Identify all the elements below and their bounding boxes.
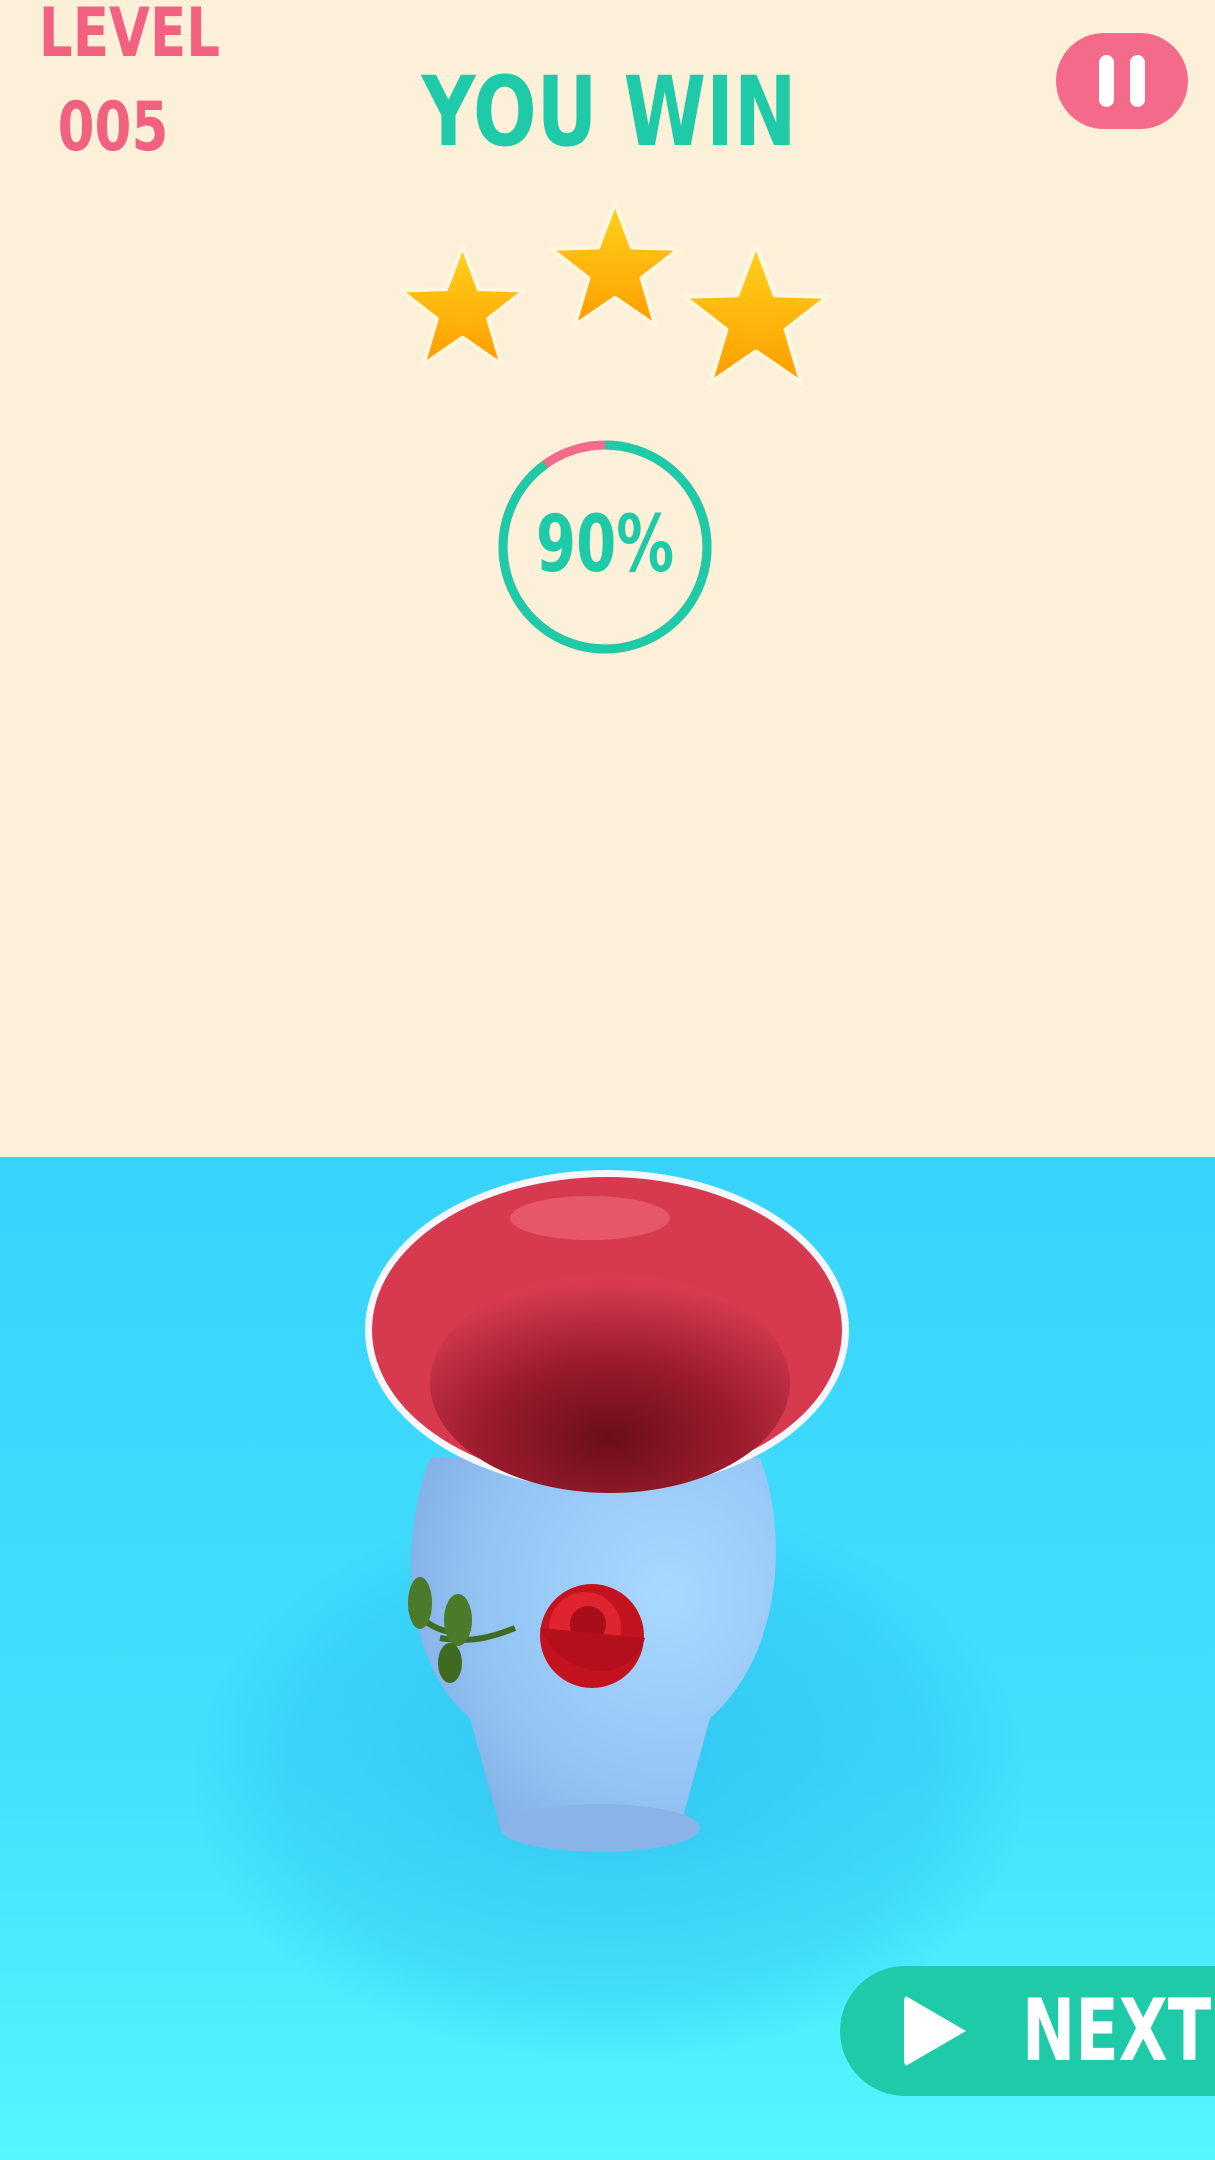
level-label: LEVEL xyxy=(38,0,221,73)
result-title: YOU WIN xyxy=(421,56,797,168)
pause-button[interactable] xyxy=(1056,33,1188,129)
level-number: 005 xyxy=(57,88,169,167)
star-icon xyxy=(680,241,832,386)
progress-percentage: 90% xyxy=(535,500,675,590)
play-icon xyxy=(904,1995,966,2067)
next-button[interactable]: NEXT xyxy=(840,1966,1215,2096)
next-button-label: NEXT xyxy=(1022,1981,1212,2081)
pause-icon xyxy=(1099,55,1114,107)
pause-icon-bar xyxy=(1130,55,1145,107)
star-icon xyxy=(398,243,527,367)
star-icon xyxy=(548,200,682,328)
vase xyxy=(365,1170,849,1852)
